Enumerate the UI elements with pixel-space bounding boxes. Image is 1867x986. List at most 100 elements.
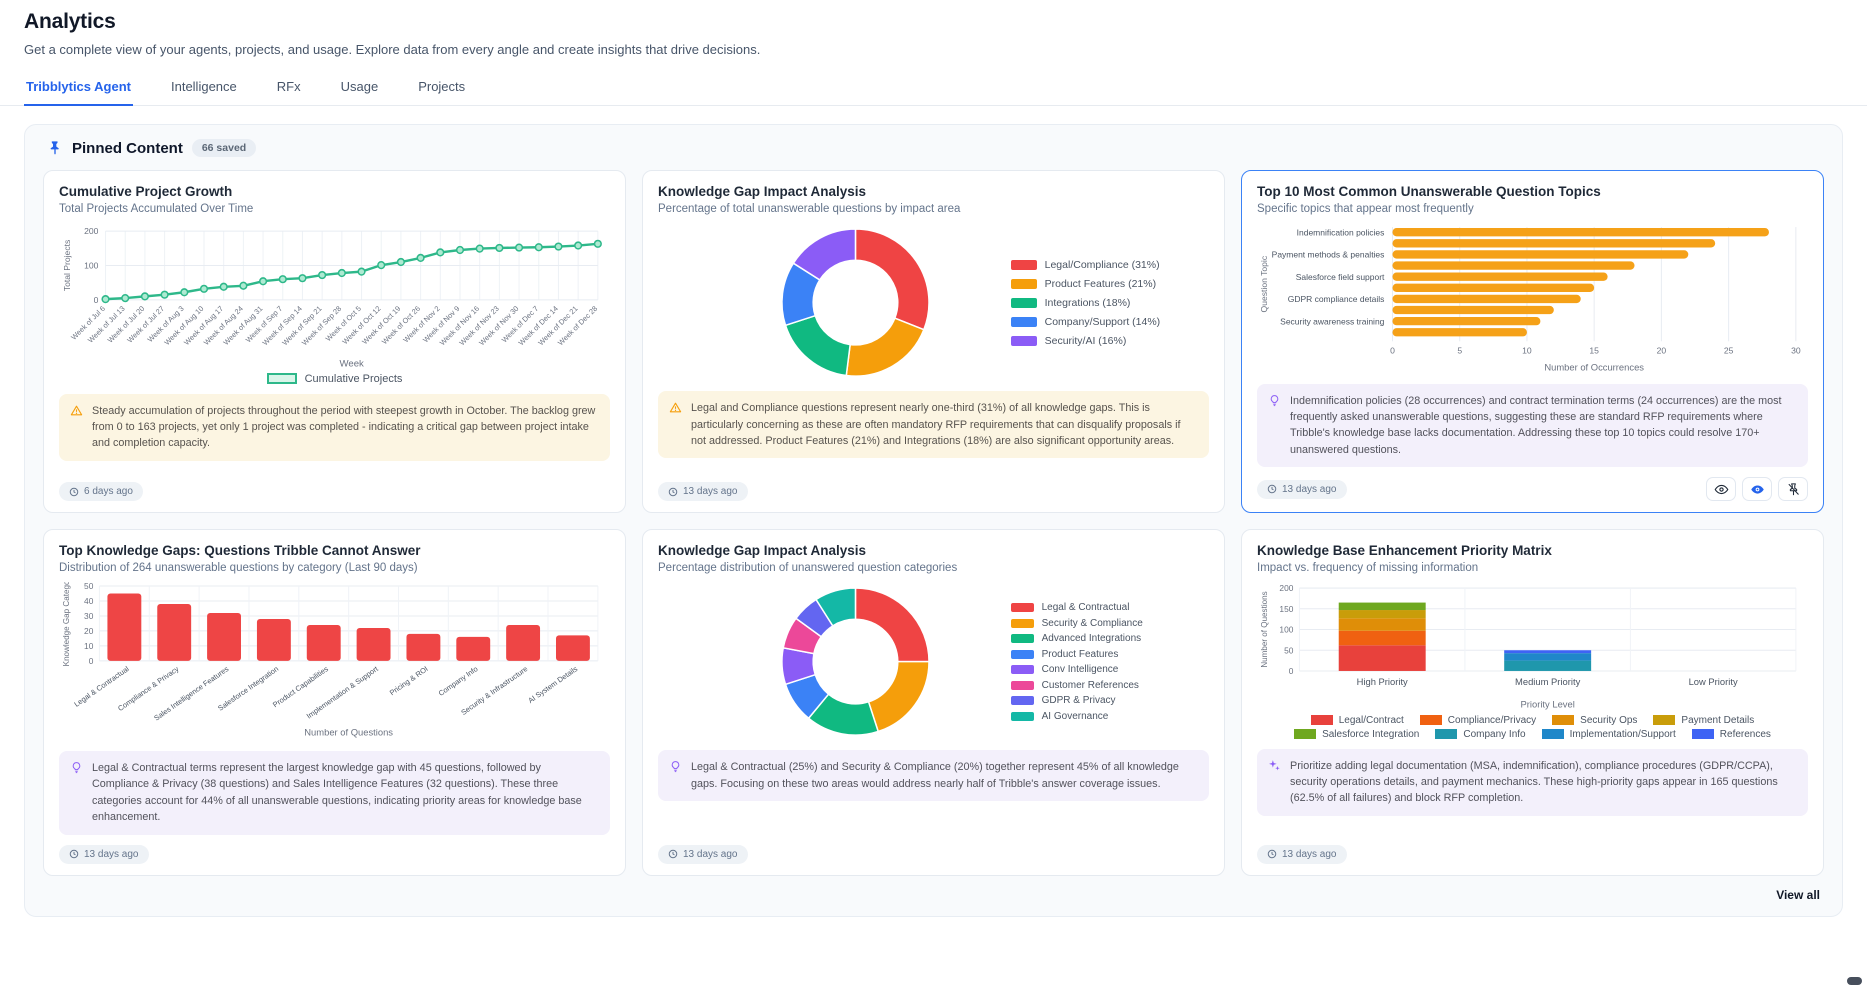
chart-legend: Legal & Contractual Security & Compliance… — [1011, 602, 1143, 722]
svg-text:Indemnification policies: Indemnification policies — [1297, 227, 1385, 237]
legend-item: Integrations (18%) — [1011, 297, 1161, 309]
svg-text:High Priority: High Priority — [1357, 676, 1408, 687]
svg-text:Total Projects: Total Projects — [62, 240, 72, 291]
svg-text:Security awareness training: Security awareness training — [1280, 316, 1385, 326]
legend-item: Advanced Integrations — [1011, 633, 1143, 644]
svg-text:Priority Level: Priority Level — [1521, 699, 1575, 710]
card-footer: 13 days ago — [1257, 835, 1808, 864]
view-all-link[interactable]: View all — [43, 888, 1824, 902]
card-title: Top Knowledge Gaps: Questions Tribble Ca… — [59, 543, 610, 558]
pin-icon — [47, 140, 63, 156]
clock-icon — [1267, 484, 1277, 494]
svg-text:0: 0 — [89, 656, 94, 666]
eye-icon — [1714, 482, 1729, 497]
svg-text:Salesforce field support: Salesforce field support — [1296, 272, 1385, 282]
legend-item: Payment Details — [1653, 715, 1754, 726]
legend-item: Compliance/Privacy — [1420, 715, 1536, 726]
legend-item: Legal & Contractual — [1011, 602, 1143, 613]
card-cumulative-project-growth[interactable]: Cumulative Project Growth Total Projects… — [43, 170, 626, 513]
legend-item: Security/AI (16%) — [1011, 335, 1161, 347]
svg-text:25: 25 — [1724, 345, 1734, 355]
clock-icon — [668, 487, 678, 497]
svg-text:Medium Priority: Medium Priority — [1515, 676, 1581, 687]
tab-tribblytics-agent[interactable]: Tribblytics Agent — [24, 73, 133, 106]
legend-item: Salesforce Integration — [1294, 729, 1419, 740]
svg-text:10: 10 — [84, 641, 94, 651]
svg-text:Week: Week — [340, 359, 365, 370]
card-subtitle: Specific topics that appear most frequen… — [1257, 203, 1808, 215]
chart-legend: Legal/Compliance (31%)Product Features (… — [1011, 259, 1161, 347]
svg-text:200: 200 — [1279, 583, 1293, 593]
donut-chart — [658, 223, 1011, 382]
tab-intelligence[interactable]: Intelligence — [169, 73, 239, 105]
bar-chart: 01020304050Legal & ContractualCompliance… — [59, 582, 610, 742]
pinned-content-header: Pinned Content 66 saved — [43, 139, 1824, 157]
svg-text:150: 150 — [1279, 604, 1293, 614]
svg-text:Company Info: Company Info — [437, 664, 480, 698]
card-top-10-unanswerable-question-topics[interactable]: Top 10 Most Common Unanswerable Question… — [1241, 170, 1824, 513]
card-subtitle: Impact vs. frequency of missing informat… — [1257, 562, 1808, 574]
chart-legend-row-2: Salesforce IntegrationCompany InfoImplem… — [1257, 729, 1808, 740]
scrollbar-thumb[interactable] — [1847, 977, 1862, 985]
legend-item: GDPR & Privacy — [1011, 695, 1143, 706]
timestamp-badge: 6 days ago — [59, 482, 143, 501]
insight-box: Legal & Contractual terms represent the … — [59, 751, 610, 835]
card-subtitle: Percentage distribution of unanswered qu… — [658, 562, 1209, 574]
svg-text:Number of Questions: Number of Questions — [1260, 592, 1269, 668]
legend-item: Legal/Contract — [1311, 715, 1404, 726]
card-subtitle: Total Projects Accumulated Over Time — [59, 203, 610, 215]
line-chart: 0100200Week of Jul 6Week of Jul 13Week o… — [59, 223, 610, 371]
card-footer: 13 days ago — [658, 835, 1209, 864]
insight-text: Legal & Contractual (25%) and Security &… — [691, 759, 1198, 792]
insight-box: Steady accumulation of projects througho… — [59, 394, 610, 461]
svg-text:Number of Questions: Number of Questions — [304, 727, 393, 738]
unpin-button[interactable] — [1778, 477, 1808, 501]
eye-filled-icon — [1750, 482, 1765, 497]
card-title: Knowledge Base Enhancement Priority Matr… — [1257, 543, 1808, 558]
timestamp-badge: 13 days ago — [1257, 480, 1347, 499]
svg-text:50: 50 — [1284, 646, 1294, 656]
card-top-knowledge-gaps[interactable]: Top Knowledge Gaps: Questions Tribble Ca… — [43, 529, 626, 875]
lightbulb-icon — [1268, 394, 1281, 407]
svg-text:0: 0 — [1390, 345, 1395, 355]
saved-count-badge: 66 saved — [192, 139, 256, 157]
card-priority-matrix[interactable]: Knowledge Base Enhancement Priority Matr… — [1241, 529, 1824, 875]
legend-item: References — [1692, 729, 1771, 740]
svg-text:Number of Occurrences: Number of Occurrences — [1544, 362, 1644, 373]
page-header: Analytics Get a complete view of your ag… — [0, 0, 1867, 57]
timestamp-badge: 13 days ago — [658, 845, 748, 864]
svg-text:5: 5 — [1457, 345, 1462, 355]
tab-projects[interactable]: Projects — [416, 73, 467, 105]
card-knowledge-gap-impact-analysis-2[interactable]: Knowledge Gap Impact Analysis Percentage… — [642, 529, 1225, 875]
pinned-cards-grid: Cumulative Project Growth Total Projects… — [43, 170, 1824, 876]
timestamp-badge: 13 days ago — [658, 482, 748, 501]
tab-rfx[interactable]: RFx — [275, 73, 303, 105]
svg-text:100: 100 — [84, 260, 99, 270]
svg-text:15: 15 — [1589, 345, 1599, 355]
tab-usage[interactable]: Usage — [339, 73, 381, 105]
svg-text:30: 30 — [1791, 345, 1801, 355]
legend-item: Legal/Compliance (31%) — [1011, 259, 1161, 271]
timestamp-badge: 13 days ago — [59, 845, 149, 864]
svg-text:GDPR compliance details: GDPR compliance details — [1288, 294, 1385, 304]
donut-chart — [658, 582, 1011, 741]
svg-text:Payment methods & penalties: Payment methods & penalties — [1272, 250, 1385, 260]
pinned-content-title: Pinned Content — [72, 140, 183, 157]
card-title: Top 10 Most Common Unanswerable Question… — [1257, 184, 1808, 199]
timestamp-badge: 13 days ago — [1257, 845, 1347, 864]
view-button[interactable] — [1706, 477, 1736, 501]
svg-text:30: 30 — [84, 611, 94, 621]
stacked-bar-chart: 050100150200High PriorityMedium Priority… — [1257, 582, 1808, 711]
insights-button[interactable] — [1742, 477, 1772, 501]
card-knowledge-gap-impact-analysis[interactable]: Knowledge Gap Impact Analysis Percentage… — [642, 170, 1225, 513]
sparkles-icon — [1268, 759, 1281, 772]
card-subtitle: Distribution of 264 unanswerable questio… — [59, 562, 610, 574]
card-footer: 13 days ago — [1257, 467, 1808, 501]
card-footer: 13 days ago — [59, 835, 610, 864]
insight-box: Prioritize adding legal documentation (M… — [1257, 749, 1808, 816]
donut-chart-row: Legal & Contractual Security & Compliance… — [658, 582, 1209, 741]
horizontal-bar-chart: 051015202530Indemnification policiesPaym… — [1257, 223, 1808, 375]
clock-icon — [69, 487, 79, 497]
legend-item: Cumulative Projects — [267, 373, 403, 385]
legend-item: Security & Compliance — [1011, 618, 1143, 629]
